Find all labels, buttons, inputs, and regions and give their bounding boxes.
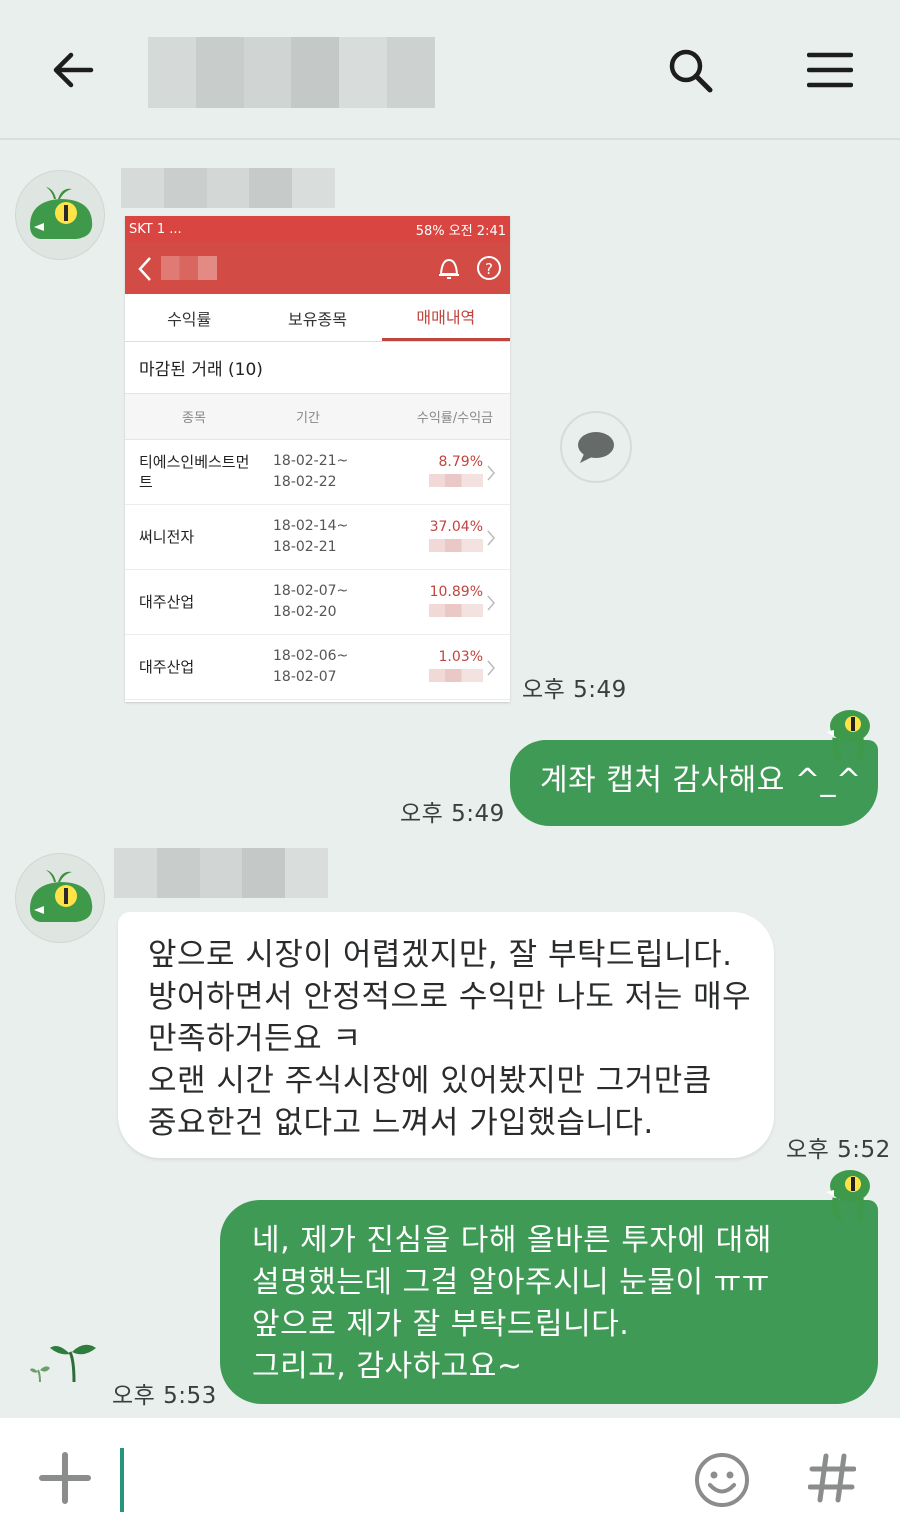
chevron-right-icon — [487, 530, 495, 546]
message-time: 오후 5:53 — [112, 1383, 217, 1409]
sender-avatar[interactable] — [15, 170, 105, 260]
message-line: 만족하거든요 ㅋ — [148, 1021, 362, 1057]
trade-return: 1.03% — [393, 649, 483, 686]
crocodile-avatar-icon — [30, 870, 93, 922]
sender-name-redacted — [114, 848, 328, 898]
trade-return: 8.79% — [393, 454, 483, 491]
back-arrow-icon[interactable] — [40, 40, 106, 100]
trade-period: 18-02-06~ 18-02-07 — [273, 648, 349, 685]
trade-period: 18-02-07~ 18-02-20 — [273, 583, 349, 620]
trade-stock-name: 티에스인베스트먼 트 — [139, 453, 250, 491]
crocodile-avatar-icon — [30, 187, 93, 239]
tab-return-rate: 수익률 — [167, 309, 212, 329]
trade-stock-name: 써니전자 — [139, 528, 195, 546]
help-icon: ? — [477, 256, 501, 280]
add-attachment-plus-icon[interactable] — [38, 1451, 92, 1509]
chat-bubble-share-icon[interactable] — [560, 411, 632, 483]
sprout-icon — [30, 1340, 102, 1388]
sender-avatar[interactable] — [15, 853, 105, 943]
trade-return: 10.89% — [393, 584, 483, 621]
trade-period: 18-02-14~ 18-02-21 — [273, 518, 349, 555]
svg-text:?: ? — [485, 260, 493, 278]
trade-return: 37.04% — [393, 519, 483, 556]
closed-trades-heading: 마감된 거래 (10) — [125, 342, 510, 394]
battery-label: 58% — [415, 223, 445, 239]
bell-icon — [439, 258, 459, 279]
trade-stock-name: 대주산업 — [139, 593, 195, 611]
hamburger-menu-icon[interactable] — [800, 40, 860, 100]
status-extra: 1 ... — [156, 221, 182, 237]
message-line: 오랜 시간 주식시장에 있어봤지만 그거만큼 — [148, 1063, 712, 1099]
col-period: 기간 — [296, 411, 320, 426]
profit-amount-redacted — [429, 473, 483, 487]
chat-title-redacted — [148, 37, 435, 108]
hashtag-icon[interactable] — [807, 1452, 857, 1508]
chevron-right-icon — [487, 660, 495, 676]
crocodile-sticker-icon — [820, 1168, 876, 1226]
trade-row: 티에스인베스트먼 트 18-02-21~ 18-02-22 8.79% — [125, 440, 510, 505]
tab-holdings: 보유종목 — [288, 309, 347, 329]
trade-table-header: 종목 기간 수익률/수익금 — [125, 394, 510, 440]
stock-app-header: ? — [125, 242, 510, 294]
message-line: 네, 제가 진심을 다해 올바른 투자에 대해 — [252, 1223, 772, 1258]
message-line: 앞으로 시장이 어렵겠지만, 잘 부탁드립니다. — [148, 937, 733, 973]
shared-screenshot-image[interactable]: SKT 1 ... 58% 오전 2:41 ? 수익률 보유종목 매매내역 마감… — [125, 216, 510, 702]
trade-period: 18-02-21~ 18-02-22 — [273, 453, 349, 490]
clock-label: 오전 2:41 — [448, 223, 506, 239]
trade-row: 써니전자 18-02-14~ 18-02-21 37.04% — [125, 505, 510, 570]
text-cursor — [120, 1448, 124, 1512]
emoji-icon[interactable] — [694, 1452, 750, 1512]
phone-status-bar: SKT 1 ... 58% 오전 2:41 — [125, 216, 510, 242]
tab-trade-history: 매매내역 — [381, 294, 510, 341]
stock-tabs: 수익률 보유종목 매매내역 — [125, 294, 510, 342]
trade-row: 대주산업 18-02-06~ 18-02-07 1.03% — [125, 635, 510, 700]
message-time: 오후 5:49 — [522, 677, 627, 703]
col-return: 수익률/수익금 — [416, 411, 493, 426]
chevron-left-icon — [138, 257, 151, 281]
message-line: 설명했는데 그걸 알아주시니 눈물이 ㅠㅠ — [252, 1265, 770, 1300]
chevron-right-icon — [487, 465, 495, 481]
search-icon[interactable] — [660, 40, 720, 100]
message-composer — [0, 1418, 900, 1540]
profit-amount-redacted — [429, 538, 483, 552]
received-message-bubble[interactable]: 앞으로 시장이 어렵겠지만, 잘 부탁드립니다. 방어하면서 안정적으로 수익만… — [118, 912, 774, 1158]
message-line: 중요한건 없다고 느껴서 가입했습니다. — [148, 1105, 654, 1141]
crocodile-sticker-icon — [820, 708, 876, 766]
message-line: 그리고, 감사하고요~ — [252, 1349, 523, 1384]
profit-amount-redacted — [429, 668, 483, 682]
profit-amount-redacted — [429, 603, 483, 617]
message-line: 계좌 캡처 감사해요 ^_^ — [540, 763, 862, 798]
trade-stock-name: 대주산업 — [139, 658, 195, 676]
sent-message-bubble[interactable]: 네, 제가 진심을 다해 올바른 투자에 대해 설명했는데 그걸 알아주시니 눈… — [220, 1200, 878, 1404]
message-time: 오후 5:52 — [786, 1137, 891, 1163]
trade-row: 대주산업 18-02-07~ 18-02-20 10.89% — [125, 570, 510, 635]
sender-name-redacted — [121, 168, 335, 208]
chevron-right-icon — [487, 595, 495, 611]
message-line: 방어하면서 안정적으로 수익만 나도 저는 매우 — [148, 979, 752, 1015]
message-line: 앞으로 제가 잘 부탁드립니다. — [252, 1307, 630, 1342]
message-time: 오후 5:49 — [400, 801, 505, 827]
carrier-label: SKT — [129, 221, 153, 237]
app-title-redacted — [161, 256, 217, 280]
col-stock: 종목 — [182, 411, 206, 426]
message-input[interactable] — [128, 1442, 668, 1518]
chat-header — [0, 0, 900, 140]
